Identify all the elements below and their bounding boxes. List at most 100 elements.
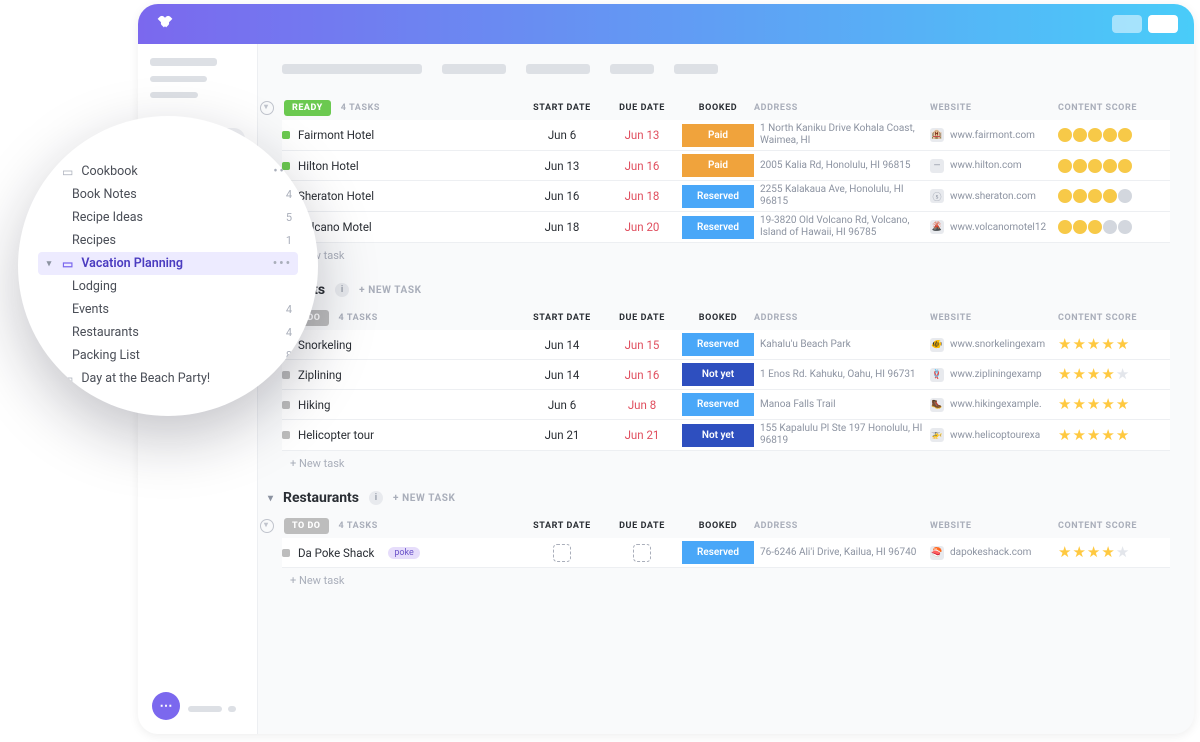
info-icon[interactable]: i	[369, 491, 383, 505]
info-icon[interactable]: i	[335, 283, 349, 297]
sidebar-folder-cookbook[interactable]: ▾ ▭ Cookbook •••	[38, 160, 298, 183]
star-icon[interactable]: ★	[1116, 337, 1129, 352]
face-icon[interactable]	[1073, 159, 1087, 173]
start-date[interactable]: Jun 13	[522, 159, 602, 173]
start-date[interactable]: Jun 16	[522, 189, 602, 203]
content-score[interactable]	[1058, 189, 1186, 203]
window-control[interactable]	[1112, 15, 1142, 33]
star-icon[interactable]: ★	[1101, 545, 1114, 560]
star-icon[interactable]: ★	[1072, 428, 1085, 443]
content-score[interactable]: ★★★★★	[1058, 428, 1186, 443]
date-placeholder-icon[interactable]	[553, 544, 571, 562]
task-website[interactable]: 🥾 www.hikingexample.	[930, 398, 1058, 412]
face-icon[interactable]	[1103, 128, 1117, 142]
sidebar-list-item[interactable]: Events4	[38, 298, 298, 321]
star-icon[interactable]: ★	[1116, 428, 1129, 443]
star-icon[interactable]: ★	[1101, 397, 1114, 412]
face-icon[interactable]	[1103, 159, 1117, 173]
star-icon[interactable]: ★	[1058, 397, 1071, 412]
due-date[interactable]: Jun 20	[602, 220, 682, 234]
star-icon[interactable]: ★	[1087, 337, 1100, 352]
status-badge[interactable]: TO DO	[284, 518, 329, 534]
star-icon[interactable]: ★	[1072, 367, 1085, 382]
sidebar-list-item[interactable]: Lodging	[38, 275, 298, 298]
content-score[interactable]: ★★★★★	[1058, 367, 1186, 382]
task-row[interactable]: Ziplining Jun 14 Jun 16 Not yet 1 Enos R…	[282, 360, 1170, 390]
chevron-down-icon[interactable]: ▾	[268, 493, 273, 504]
star-icon[interactable]: ★	[1087, 428, 1100, 443]
face-icon[interactable]	[1118, 128, 1132, 142]
booked-chip[interactable]: Paid	[682, 124, 754, 147]
task-website[interactable]: 🍣 dapokeshack.com	[930, 546, 1058, 560]
face-icon[interactable]	[1088, 159, 1102, 173]
sidebar-list-item[interactable]: Packing List8	[38, 344, 298, 367]
task-website[interactable]: 🌋 www.volcanomotel12	[930, 220, 1058, 234]
chat-fab-icon[interactable]: ⋯	[152, 692, 180, 720]
star-icon[interactable]: ★	[1087, 367, 1100, 382]
booked-chip[interactable]: Not yet	[682, 363, 754, 386]
content-score[interactable]: ★★★★★	[1058, 545, 1186, 560]
due-date[interactable]: Jun 15	[602, 338, 682, 352]
star-icon[interactable]: ★	[1116, 397, 1129, 412]
star-icon[interactable]: ★	[1101, 367, 1114, 382]
face-icon[interactable]	[1073, 220, 1087, 234]
new-task-row[interactable]: + New task	[282, 243, 1170, 262]
sidebar-folder-vacation-planning[interactable]: ▾ ▭ Vacation Planning •••	[38, 252, 298, 275]
face-icon[interactable]	[1058, 189, 1072, 203]
task-row[interactable]: Hiking Jun 6 Jun 8 Reserved Manoa Falls …	[282, 390, 1170, 420]
sidebar-list-item[interactable]: Restaurants4	[38, 321, 298, 344]
status-toggle-icon[interactable]	[260, 101, 274, 115]
star-icon[interactable]: ★	[1116, 367, 1129, 382]
face-icon[interactable]	[1073, 189, 1087, 203]
sidebar-list-item[interactable]: Recipe Ideas5	[38, 206, 298, 229]
star-icon[interactable]: ★	[1101, 428, 1114, 443]
star-icon[interactable]: ★	[1101, 337, 1114, 352]
task-website[interactable]: ⓢ www.sheraton.com	[930, 189, 1058, 203]
face-icon[interactable]	[1103, 189, 1117, 203]
face-icon[interactable]	[1088, 128, 1102, 142]
star-icon[interactable]: ★	[1058, 337, 1071, 352]
due-date[interactable]: Jun 18	[602, 189, 682, 203]
task-row[interactable]: Fairmont Hotel Jun 6 Jun 13 Paid 1 North…	[282, 120, 1170, 151]
face-icon[interactable]	[1088, 189, 1102, 203]
booked-chip[interactable]: Reserved	[682, 185, 754, 208]
task-row[interactable]: Snorkeling Jun 14 Jun 15 Reserved Kahalu…	[282, 330, 1170, 360]
status-toggle-icon[interactable]	[260, 519, 274, 533]
star-icon[interactable]: ★	[1087, 397, 1100, 412]
due-date[interactable]: Jun 21	[602, 428, 682, 442]
content-score[interactable]: ★★★★★	[1058, 337, 1186, 352]
new-task-header[interactable]: + NEW TASK	[359, 285, 422, 296]
booked-chip[interactable]: Reserved	[682, 216, 754, 239]
face-icon[interactable]	[1118, 159, 1132, 173]
date-placeholder-icon[interactable]	[633, 544, 651, 562]
more-icon[interactable]: •••	[273, 256, 292, 271]
booked-chip[interactable]: Reserved	[682, 541, 754, 564]
star-icon[interactable]: ★	[1058, 367, 1071, 382]
task-row[interactable]: Hilton Hotel Jun 13 Jun 16 Paid 2005 Kal…	[282, 151, 1170, 181]
task-row[interactable]: Helicopter tour Jun 21 Jun 21 Not yet 15…	[282, 420, 1170, 451]
star-icon[interactable]: ★	[1087, 545, 1100, 560]
due-date[interactable]: Jun 13	[602, 128, 682, 142]
booked-chip[interactable]: Paid	[682, 154, 754, 177]
task-row[interactable]: Da Poke Shackpoke Reserved 76-6246 Ali'i…	[282, 538, 1170, 568]
face-icon[interactable]	[1058, 220, 1072, 234]
start-date[interactable]: Jun 21	[522, 428, 602, 442]
face-icon[interactable]	[1058, 128, 1072, 142]
start-date[interactable]: Jun 6	[522, 398, 602, 412]
new-task-row[interactable]: + New task	[282, 451, 1170, 470]
star-icon[interactable]: ★	[1072, 337, 1085, 352]
face-icon[interactable]	[1058, 159, 1072, 173]
star-icon[interactable]: ★	[1072, 545, 1085, 560]
star-icon[interactable]: ★	[1072, 397, 1085, 412]
task-website[interactable]: — www.hilton.com	[930, 159, 1058, 173]
face-icon[interactable]	[1088, 220, 1102, 234]
content-score[interactable]	[1058, 220, 1186, 234]
due-date[interactable]: Jun 8	[602, 398, 682, 412]
status-badge[interactable]: READY	[284, 100, 331, 116]
booked-chip[interactable]: Reserved	[682, 333, 754, 356]
content-score[interactable]: ★★★★★	[1058, 397, 1186, 412]
face-icon[interactable]	[1118, 220, 1132, 234]
start-date[interactable]: Jun 6	[522, 128, 602, 142]
task-website[interactable]: 🏨 www.fairmont.com	[930, 128, 1058, 142]
window-control[interactable]	[1148, 15, 1178, 33]
